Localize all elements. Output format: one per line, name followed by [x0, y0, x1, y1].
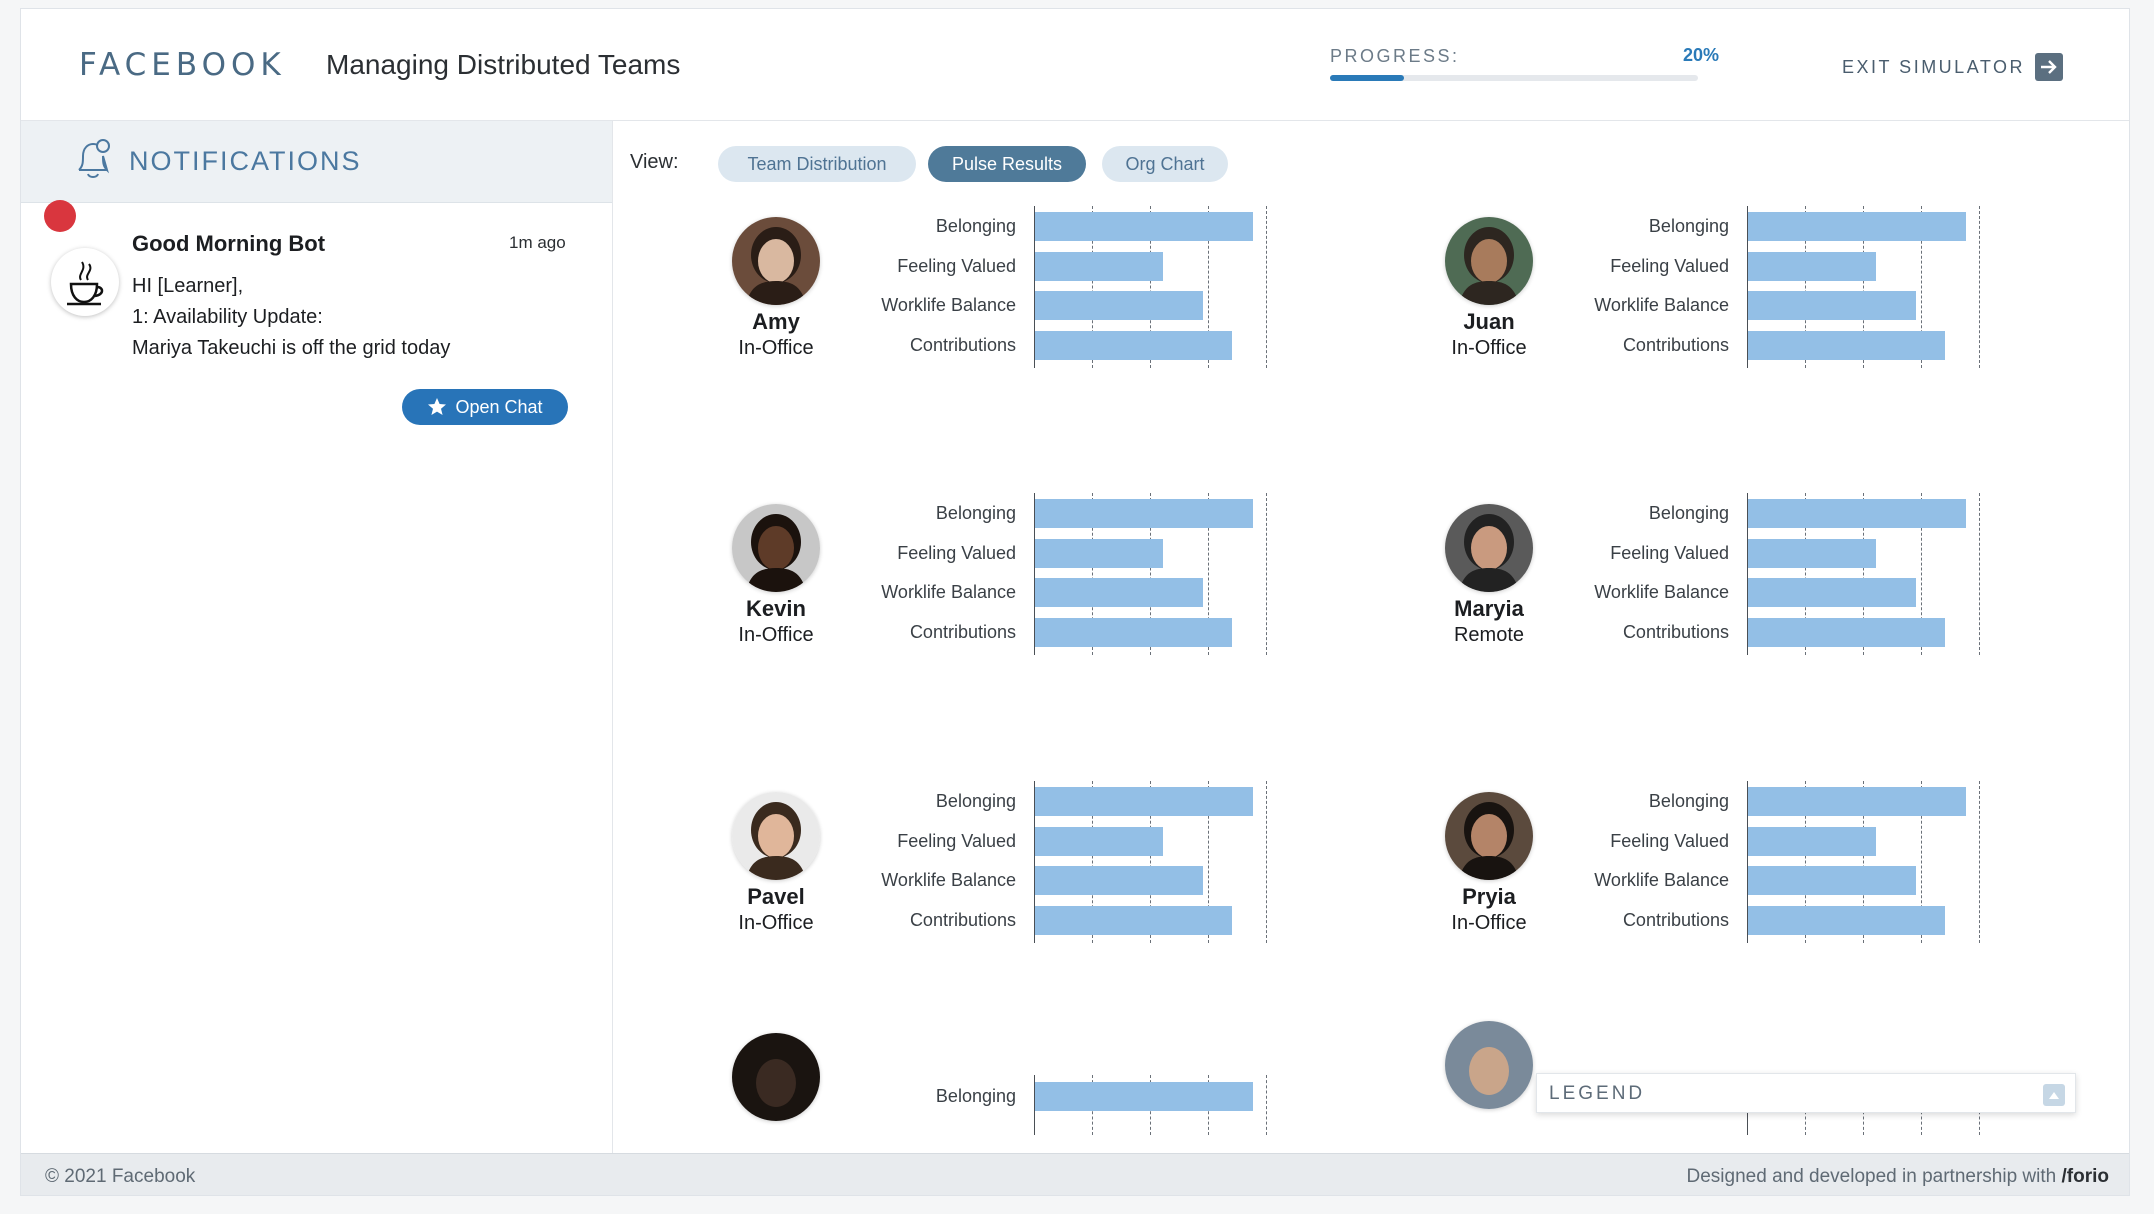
bar-feeling-valued [1748, 538, 1876, 568]
person-avatar [732, 792, 820, 880]
notifications-title: NOTIFICATIONS [129, 146, 362, 176]
notifications-header: NOTIFICATIONS [21, 121, 612, 203]
credit-text: Designed and developed in partnership wi… [1686, 1166, 2057, 1187]
metric-label: Contributions [1622, 334, 1729, 355]
person-name: Kevin [746, 596, 806, 621]
person-name: Maryia [1454, 596, 1524, 621]
notification-line: 1: Availability Update: [132, 306, 323, 328]
metric-label: Contributions [909, 334, 1016, 355]
bar-contributions [1035, 905, 1233, 935]
metric-label: Contributions [909, 909, 1016, 930]
bell-icon [73, 136, 113, 187]
bar-worklife-balance [1035, 578, 1204, 607]
bar-worklife-balance [1035, 866, 1204, 895]
metric-label: Worklife Balance [1594, 870, 1729, 890]
person-name: Pryia [1462, 884, 1516, 909]
bar-belonging [1035, 1082, 1253, 1111]
person-card-pryia: Pryia In-Office Belonging Feeling Valued Wor… [614, 121, 1980, 943]
notification-card[interactable]: Good Morning Bot 1m ago HI [Learner], 1:… [21, 200, 612, 433]
person-name: Pavel [747, 884, 805, 909]
exit-simulator-label: EXIT SIMULATOR [1842, 56, 2026, 77]
person-avatar [732, 504, 820, 592]
person-avatar [732, 1033, 820, 1121]
chart-gridline [1266, 781, 1267, 943]
notification-line: HI [Learner], [132, 275, 244, 297]
person-avatar [1445, 504, 1533, 592]
bar-contributions [1748, 330, 1946, 360]
bar-feeling-valued [1035, 826, 1163, 856]
progress-bar-fill [1330, 75, 1404, 81]
person-location: Remote [1453, 624, 1525, 646]
person-avatar [1445, 1021, 1533, 1109]
main-panel: View: Team Distribution Pulse Results Or… [614, 121, 2129, 1153]
exit-arrow-icon [2035, 53, 2064, 81]
bar-feeling-valued [1035, 538, 1163, 568]
notification-message: HI [Learner], 1: Availability Update: Ma… [132, 271, 450, 364]
forio-logo: /forio [2061, 1166, 2110, 1187]
metric-label: Feeling Valued [1610, 830, 1729, 851]
bar-contributions [1748, 617, 1946, 647]
bar-feeling-valued [1748, 826, 1876, 856]
chart-gridline [1979, 206, 1980, 368]
notification-sender: Good Morning Bot [132, 231, 326, 256]
bot-avatar [51, 248, 119, 316]
footer: © 2021 Facebook Designed and developed i… [21, 1153, 2129, 1195]
unread-badge [44, 200, 76, 232]
bar-contributions [1748, 905, 1946, 935]
notification-time: 1m ago [509, 233, 566, 252]
star-icon [428, 398, 447, 415]
coffee-cup-icon [67, 261, 104, 306]
copyright-text: © 2021 Facebook [45, 1166, 196, 1187]
brand-logo: FACEBOOK [79, 47, 286, 83]
metric-label: Belonging [1648, 791, 1729, 811]
bar-worklife-balance [1748, 866, 1917, 895]
bar-belonging [1748, 499, 1966, 528]
person-location: In-Office [1451, 337, 1527, 359]
notifications-sidebar: NOTIFICATIONS Good Morning Bot 1m ago HI… [21, 121, 613, 1153]
legend-panel: LEGEND [1536, 1073, 2076, 1113]
person-location: In-Office [738, 624, 814, 646]
top-header: FACEBOOK Managing Distributed Teams PROG… [21, 9, 2129, 121]
bar-worklife-balance [1748, 578, 1917, 607]
chart-gridline [1979, 493, 1980, 655]
person-avatar [1445, 792, 1533, 880]
metric-label: Belonging [1648, 503, 1729, 523]
chart-gridline [1266, 1075, 1267, 1135]
bar-belonging [1035, 499, 1253, 528]
legend-toggle-button[interactable] [2043, 1084, 2065, 1106]
progress-bar [1330, 75, 1698, 81]
chart-gridline [1266, 493, 1267, 655]
bar-belonging [1748, 787, 1966, 816]
person-location: In-Office [1451, 912, 1527, 934]
progress-label: PROGRESS: [1330, 46, 1460, 66]
metric-label: Worklife Balance [881, 582, 1016, 602]
metric-label: Belonging [935, 503, 1016, 523]
metric-label: Feeling Valued [897, 830, 1016, 851]
metric-label: Belonging [935, 1086, 1016, 1106]
metric-label: Belonging [935, 791, 1016, 811]
chart-gridline [1979, 781, 1980, 943]
metric-label: Feeling Valued [897, 542, 1016, 563]
progress-value: 20% [1682, 45, 1719, 65]
metric-label: Contributions [909, 621, 1016, 642]
metric-label: Contributions [1622, 909, 1729, 930]
metric-label: Contributions [1622, 621, 1729, 642]
bar-contributions [1035, 617, 1233, 647]
chevron-up-icon [2049, 1092, 2059, 1099]
app-title: Managing Distributed Teams [326, 49, 681, 80]
app-window: FACEBOOK Managing Distributed Teams PROG… [20, 8, 2130, 1196]
person-location: In-Office [738, 912, 814, 934]
person-location: In-Office [738, 337, 814, 359]
bar-contributions [1035, 330, 1233, 360]
open-chat-label: Open Chat [455, 396, 543, 417]
partner-credit: Designed and developed in partnership wi… [1687, 1166, 2109, 1188]
exit-simulator-button[interactable]: EXIT SIMULATOR [1842, 53, 2064, 81]
metric-label: Worklife Balance [881, 870, 1016, 890]
legend-title: LEGEND [1549, 1083, 1646, 1104]
metric-label: Worklife Balance [1594, 582, 1729, 602]
notification-line: Mariya Takeuchi is off the grid today [132, 337, 451, 359]
metric-label: Feeling Valued [1610, 542, 1729, 563]
bar-belonging [1035, 787, 1253, 816]
open-chat-button[interactable]: Open Chat [402, 389, 568, 425]
